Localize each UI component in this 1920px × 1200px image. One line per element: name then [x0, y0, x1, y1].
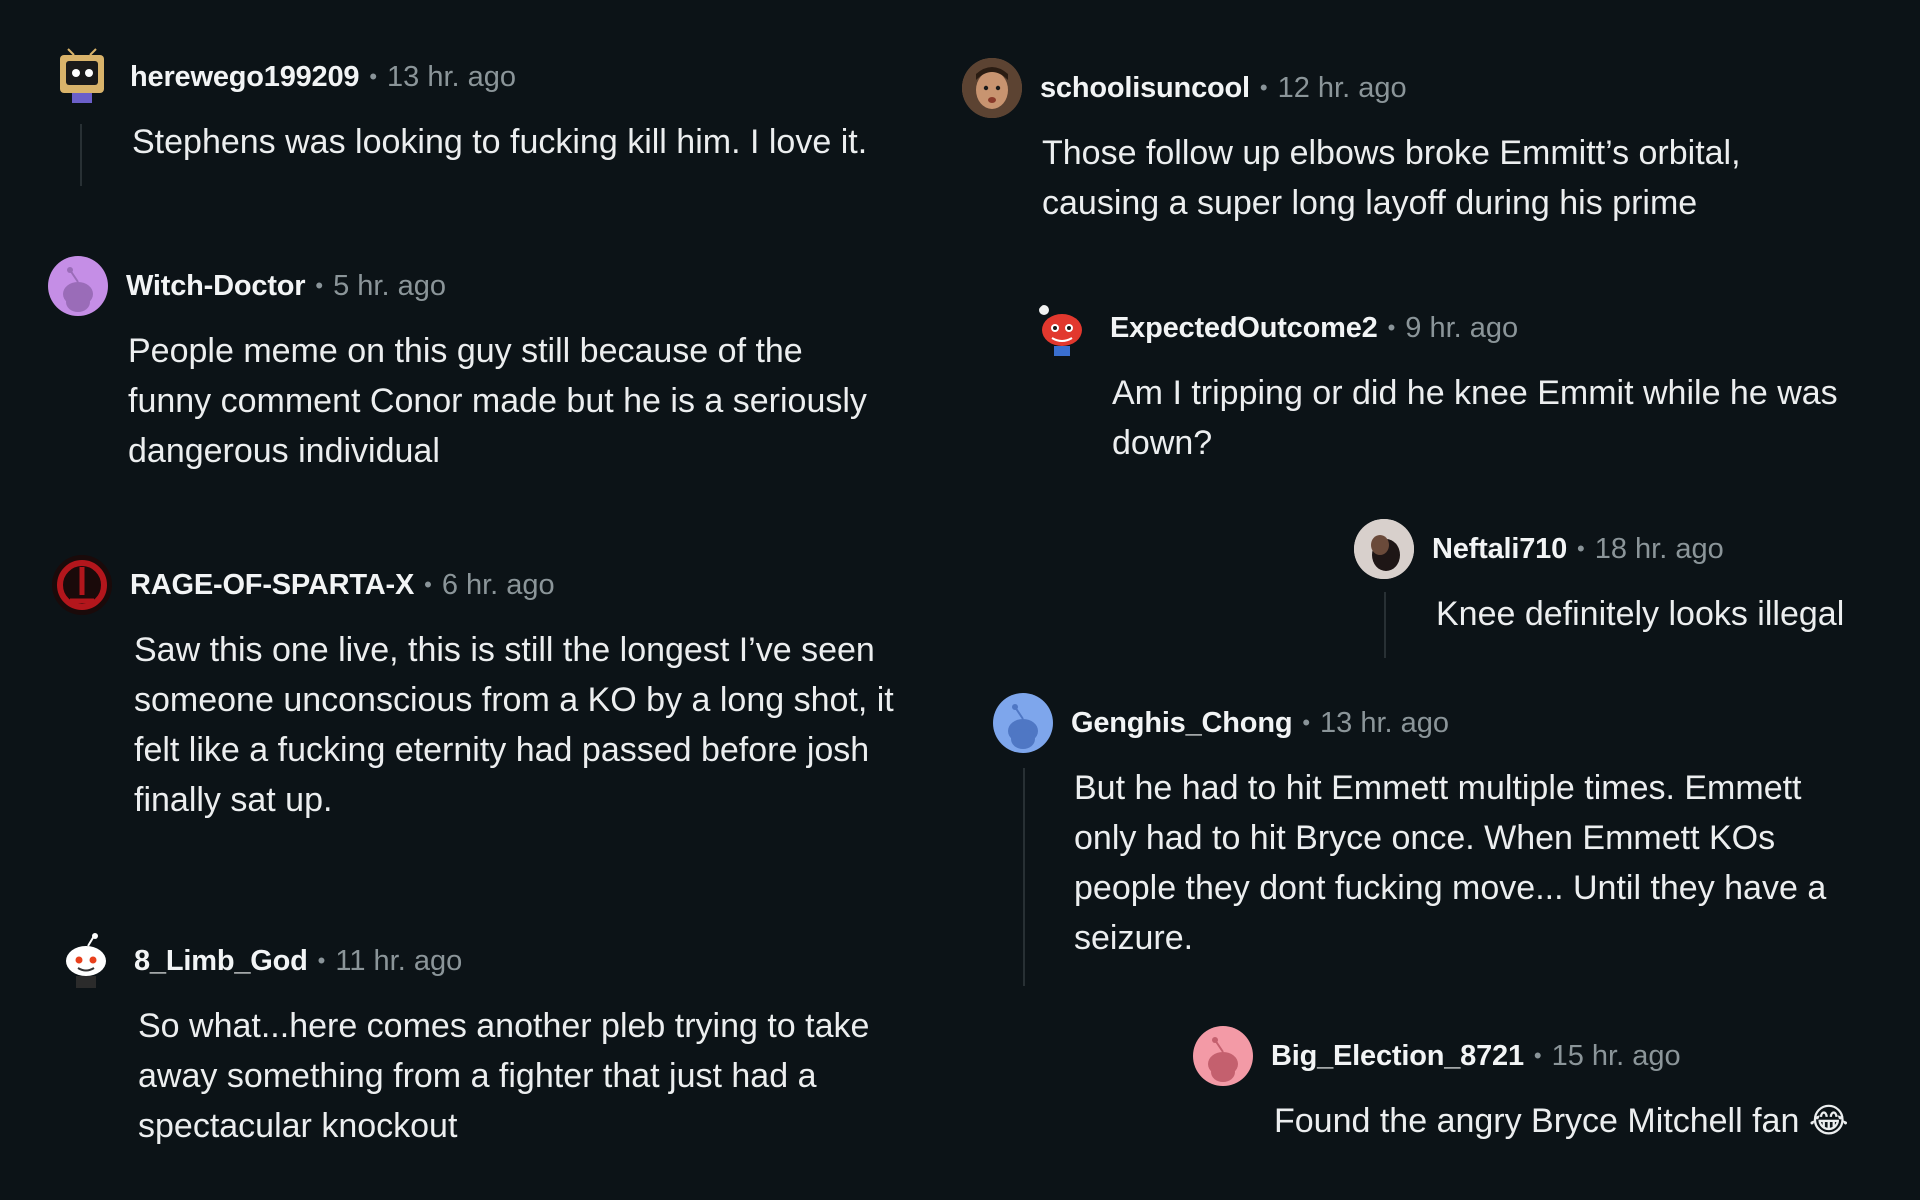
- comment: ExpectedOutcome2 • 9 hr. ago Am I trippi…: [1032, 298, 1838, 468]
- photo-face-avatar-icon[interactable]: [962, 58, 1022, 118]
- comment-header: Neftali710 • 18 hr. ago: [1354, 519, 1844, 579]
- comment-line: seizure.: [1074, 919, 1194, 957]
- comment-body: Am I tripping or did he knee Emmit while…: [1112, 368, 1838, 468]
- comment-username[interactable]: Genghis_Chong: [1071, 707, 1293, 740]
- comment-header: 8_Limb_God • 11 hr. ago: [56, 931, 869, 991]
- comment-line: But he had to hit Emmett multiple times.…: [1074, 769, 1802, 807]
- comment-line: Stephens was looking to fucking kill him…: [132, 123, 868, 161]
- red-snoo-avatar-icon[interactable]: [1032, 298, 1092, 358]
- comment-username[interactable]: Big_Election_8721: [1271, 1040, 1524, 1073]
- separator-dot: •: [1533, 1043, 1542, 1068]
- separator-dot: •: [1259, 75, 1268, 100]
- comment-header: ExpectedOutcome2 • 9 hr. ago: [1032, 298, 1838, 358]
- comment-timestamp[interactable]: 18 hr. ago: [1595, 533, 1724, 566]
- comment-line: So what...here comes another pleb trying…: [138, 1007, 870, 1045]
- comment: schoolisuncool • 12 hr. ago Those follow…: [962, 58, 1741, 228]
- comment-body: Stephens was looking to fucking kill him…: [132, 117, 867, 167]
- comment-header: schoolisuncool • 12 hr. ago: [962, 58, 1741, 118]
- tv-robot-avatar-icon[interactable]: [52, 47, 112, 107]
- comment-line: People meme on this guy still because of…: [128, 332, 803, 370]
- comment-line: Those follow up elbows broke Emmitt’s or…: [1042, 134, 1741, 172]
- comment-timestamp[interactable]: 6 hr. ago: [442, 569, 555, 602]
- comment-line: someone unconscious from a KO by a long …: [134, 681, 894, 719]
- comment-body: Saw this one live, this is still the lon…: [134, 625, 894, 825]
- snoo-default-avatar-icon[interactable]: [48, 256, 108, 316]
- comment-body: Those follow up elbows broke Emmitt’s or…: [1042, 128, 1741, 228]
- comment-timestamp[interactable]: 9 hr. ago: [1405, 312, 1518, 345]
- snoo-character-avatar-icon[interactable]: [56, 931, 116, 991]
- comment-username[interactable]: Witch-Doctor: [126, 270, 306, 303]
- separator-dot: •: [424, 572, 432, 597]
- comment-line: Am I tripping or did he knee Emmit while…: [1112, 374, 1838, 412]
- comment-header: Witch-Doctor • 5 hr. ago: [48, 256, 867, 316]
- comment: Witch-Doctor • 5 hr. ago People meme on …: [48, 256, 867, 476]
- comment-timestamp[interactable]: 15 hr. ago: [1552, 1040, 1681, 1073]
- comment-header: Big_Election_8721 • 15 hr. ago: [1193, 1026, 1849, 1086]
- comment-line: Found the angry Bryce Mitchell fan 😂: [1274, 1102, 1849, 1140]
- omega-symbol-avatar-icon[interactable]: [52, 555, 112, 615]
- comment-username[interactable]: herewego199209: [130, 61, 360, 94]
- comment: herewego199209 • 13 hr. ago Stephens was…: [52, 47, 867, 167]
- comment-body: Found the angry Bryce Mitchell fan 😂: [1274, 1096, 1849, 1146]
- separator-dot: •: [1302, 710, 1311, 735]
- comment-line: only had to hit Bryce once. When Emmett …: [1074, 819, 1776, 857]
- comment-line: down?: [1112, 424, 1213, 462]
- comment-body: But he had to hit Emmett multiple times.…: [1074, 763, 1826, 963]
- comment-line: people they dont fucking move... Until t…: [1074, 869, 1827, 907]
- comment: Big_Election_8721 • 15 hr. ago Found the…: [1193, 1026, 1849, 1146]
- snoo-default-avatar-icon[interactable]: [993, 693, 1053, 753]
- comment-username[interactable]: Neftali710: [1432, 533, 1567, 566]
- snoo-default-avatar-icon[interactable]: [1193, 1026, 1253, 1086]
- comment-line: causing a super long layoff during his p…: [1042, 184, 1698, 222]
- comment-username[interactable]: schoolisuncool: [1040, 72, 1250, 105]
- comment: 8_Limb_God • 11 hr. ago So what...here c…: [56, 931, 869, 1151]
- comment-timestamp[interactable]: 11 hr. ago: [335, 945, 462, 978]
- comment: RAGE-OF-SPARTA-X • 6 hr. ago Saw this on…: [52, 555, 894, 825]
- comment-body: So what...here comes another pleb trying…: [138, 1001, 869, 1151]
- comment-header: Genghis_Chong • 13 hr. ago: [993, 693, 1826, 753]
- comment-line: funny comment Conor made but he is a ser…: [128, 382, 867, 420]
- comment-line: felt like a fucking eternity had passed …: [134, 731, 870, 769]
- separator-dot: •: [369, 64, 378, 89]
- comment-timestamp[interactable]: 12 hr. ago: [1278, 72, 1407, 105]
- comment-username[interactable]: ExpectedOutcome2: [1110, 312, 1378, 345]
- comment-header: herewego199209 • 13 hr. ago: [52, 47, 867, 107]
- comment-line: finally sat up.: [134, 781, 333, 819]
- comment-line: dangerous individual: [128, 432, 440, 470]
- separator-dot: •: [315, 273, 324, 298]
- comment-line: Knee definitely looks illegal: [1436, 595, 1845, 633]
- comment-timestamp[interactable]: 13 hr. ago: [1320, 707, 1449, 740]
- comment-body: People meme on this guy still because of…: [128, 326, 867, 476]
- photo-avatar-icon[interactable]: [1354, 519, 1414, 579]
- separator-dot: •: [1387, 315, 1396, 340]
- comment: Neftali710 • 18 hr. ago Knee definitely …: [1354, 519, 1844, 639]
- comment-line: Saw this one live, this is still the lon…: [134, 631, 875, 669]
- separator-dot: •: [317, 948, 326, 973]
- comment: Genghis_Chong • 13 hr. ago But he had to…: [993, 693, 1826, 963]
- comment-header: RAGE-OF-SPARTA-X • 6 hr. ago: [52, 555, 894, 615]
- comment-line: spectacular knockout: [138, 1107, 458, 1145]
- separator-dot: •: [1577, 536, 1585, 561]
- comment-username[interactable]: 8_Limb_God: [134, 945, 308, 978]
- comment-body: Knee definitely looks illegal: [1436, 589, 1844, 639]
- comment-timestamp[interactable]: 5 hr. ago: [333, 270, 446, 303]
- comment-timestamp[interactable]: 13 hr. ago: [387, 61, 516, 94]
- comment-username[interactable]: RAGE-OF-SPARTA-X: [130, 569, 414, 602]
- comment-line: away something from a fighter that just …: [138, 1057, 817, 1095]
